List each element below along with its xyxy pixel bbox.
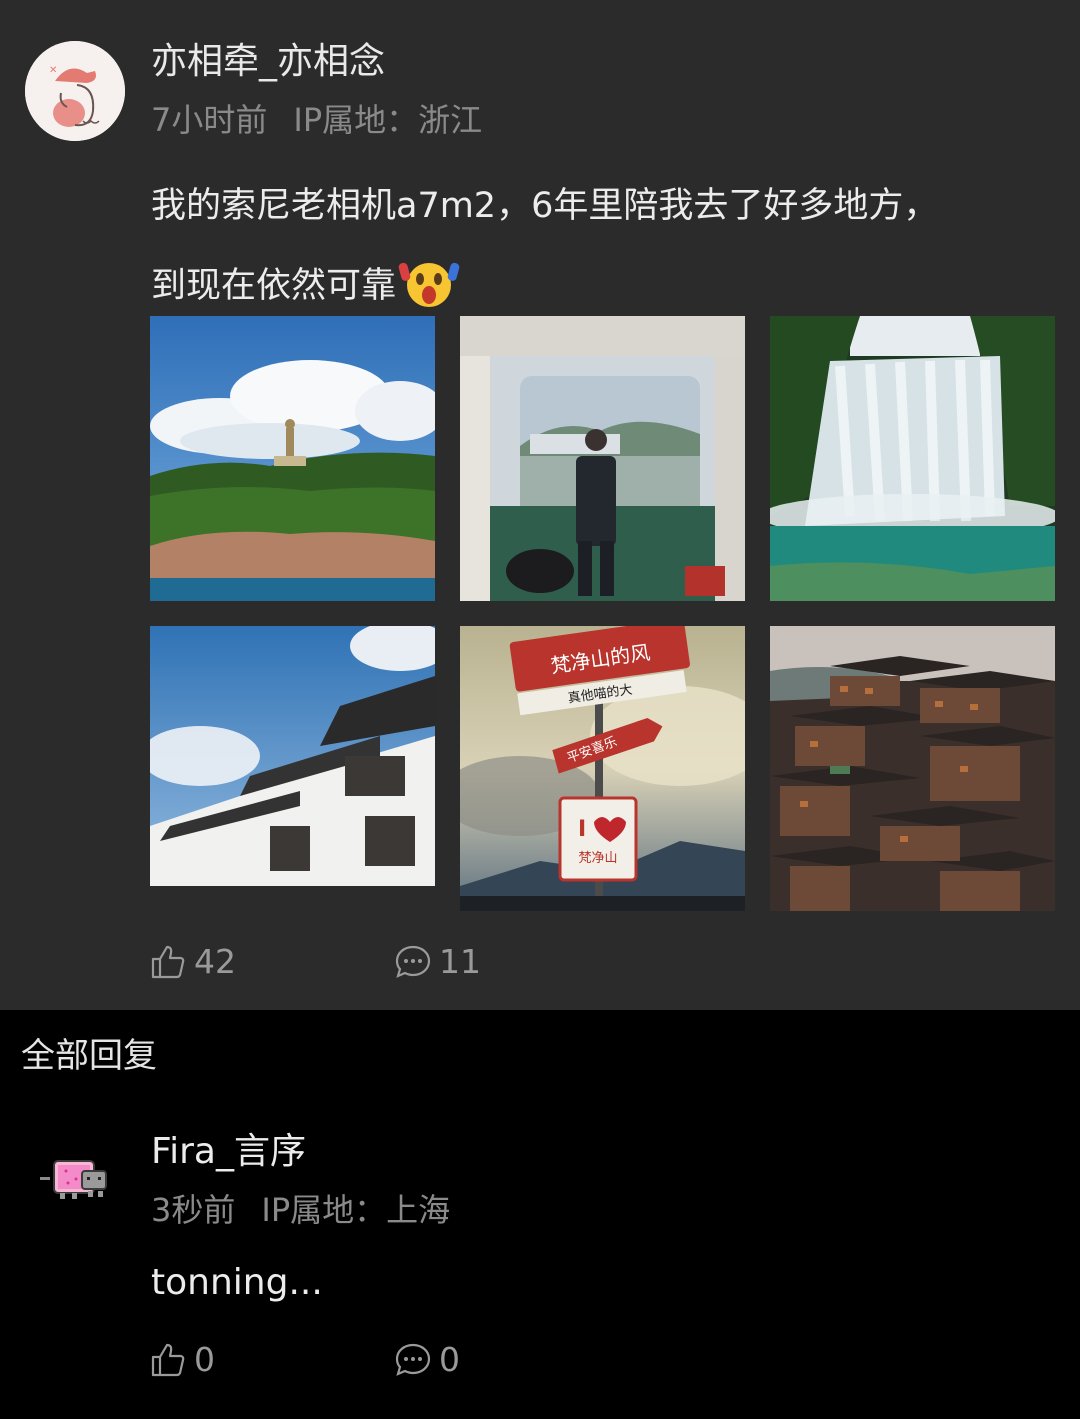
- thumbs-up-icon: [151, 1343, 185, 1376]
- thumbs-up-icon: [151, 945, 185, 978]
- photo-white-buildings[interactable]: [150, 626, 435, 911]
- reply-like-count: 0: [194, 1340, 215, 1379]
- comment-count: 11: [439, 942, 481, 981]
- photo-stilt-village[interactable]: [770, 626, 1055, 911]
- post-text-line-2-text: 到现在依然可靠: [151, 266, 397, 306]
- svg-text:✕: ✕: [49, 65, 57, 76]
- post-ip-location: IP属地：浙江: [293, 101, 483, 139]
- photo-statue-island[interactable]: [150, 316, 435, 601]
- reply-text: tonning...: [151, 1262, 323, 1303]
- sign-i-text: I: [578, 817, 586, 842]
- post-meta: 7小时前 IP属地：浙江: [151, 100, 482, 140]
- post-content: 我的索尼老相机a7m2，6年里陪我去了好多地方， 到现在依然可靠: [151, 166, 1051, 338]
- reply-ip-location: IP属地：上海: [261, 1191, 451, 1229]
- reply-avatar[interactable]: [38, 1155, 114, 1205]
- author-name[interactable]: 亦相牵_亦相念: [151, 40, 385, 84]
- reply-time: 3秒前: [151, 1191, 236, 1229]
- photo-ferry-man[interactable]: [460, 316, 745, 601]
- all-replies-heading: 全部回复: [21, 1036, 157, 1076]
- sign-place-text: 梵净山: [578, 851, 617, 866]
- reply-comment-button[interactable]: 0: [395, 1340, 460, 1379]
- reply-like-button[interactable]: 0: [150, 1340, 215, 1379]
- post-time: 7小时前: [151, 101, 268, 139]
- photo-waterfall[interactable]: [770, 316, 1055, 601]
- comment-bubble-icon: [395, 945, 431, 978]
- comment-bubble-icon: [395, 1343, 431, 1376]
- reply-comment-count: 0: [439, 1340, 460, 1379]
- reply-author[interactable]: Fira_言序: [151, 1130, 306, 1174]
- reply-meta: 3秒前 IP属地：上海: [151, 1190, 450, 1230]
- post-text-line-1: 我的索尼老相机a7m2，6年里陪我去了好多地方，: [151, 186, 939, 226]
- post-comment-button[interactable]: 11: [395, 942, 481, 981]
- post-card: ✕ 亦相牵_亦相念 7小时前 IP属地：浙江 我的索尼老相机a7m2，6年里陪我去…: [0, 0, 1080, 1010]
- post-like-button[interactable]: 42: [150, 942, 236, 981]
- like-count: 42: [194, 942, 236, 981]
- photo-fanjingshan-sign[interactable]: 梵净山的风 真他喵的大 平安喜乐 I 梵净山: [460, 626, 745, 911]
- author-avatar[interactable]: ✕: [25, 41, 125, 141]
